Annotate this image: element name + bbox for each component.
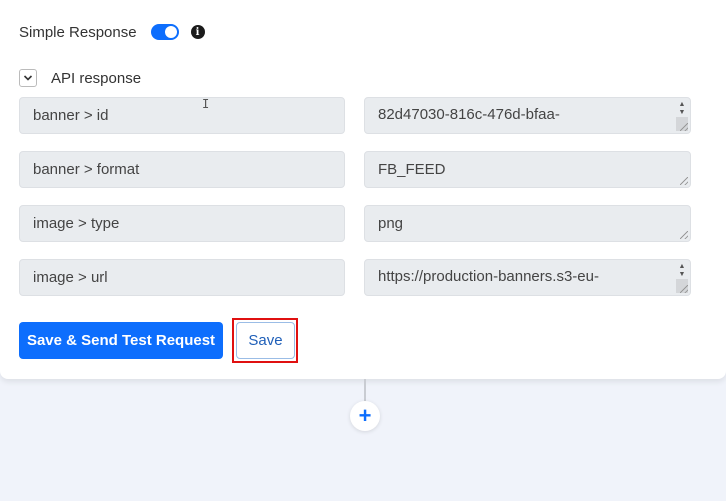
mapping-key-text: banner > id — [33, 107, 109, 124]
save-and-send-test-request-button[interactable]: Save & Send Test Request — [19, 322, 223, 359]
mapping-value-textarea[interactable]: https://production-banners.s3-eu- ▲ ▼ — [364, 259, 691, 296]
mapping-key-text: image > type — [33, 215, 120, 232]
resize-handle-icon[interactable] — [680, 177, 688, 185]
chevron-down-icon — [23, 75, 33, 81]
textarea-scrollbar[interactable]: ▲ ▼ — [676, 101, 688, 117]
mapping-key-field[interactable]: image > url — [19, 259, 345, 296]
resize-handle-icon[interactable] — [680, 123, 688, 131]
api-response-panel: Simple Response i API response banner > … — [0, 0, 726, 379]
simple-response-toggle[interactable] — [150, 24, 179, 40]
scroll-down-icon[interactable]: ▼ — [679, 271, 686, 279]
resize-handle-icon[interactable] — [680, 285, 688, 293]
mapping-value-textarea[interactable]: FB_FEED — [364, 151, 691, 188]
mapping-key-text: banner > format — [33, 161, 140, 178]
mapping-key-field[interactable]: banner > format — [19, 151, 345, 188]
save-button[interactable]: Save — [236, 322, 295, 359]
api-response-row: API response — [19, 68, 141, 88]
mapping-key-field[interactable]: image > type — [19, 205, 345, 242]
mapping-key-text: image > url — [33, 269, 108, 286]
plus-icon: + — [358, 403, 372, 428]
mapping-key-field[interactable]: banner > id — [19, 97, 345, 134]
mapping-value-text: 82d47030-816c-476d-bfaa- — [378, 106, 560, 123]
toggle-knob — [164, 26, 177, 38]
scroll-down-icon[interactable]: ▼ — [679, 109, 686, 117]
api-response-collapse-toggle[interactable] — [19, 69, 37, 87]
api-response-label: API response — [51, 69, 142, 87]
mapping-value-text: FB_FEED — [378, 161, 446, 178]
mapping-value-text: png — [378, 215, 404, 232]
textarea-scrollbar[interactable]: ▲ ▼ — [676, 263, 688, 279]
simple-response-row: Simple Response i — [19, 22, 205, 42]
text-cursor-icon: I — [202, 97, 210, 111]
mapping-value-textarea[interactable]: png — [364, 205, 691, 242]
add-step-button[interactable]: + — [350, 401, 380, 431]
simple-response-label: Simple Response — [19, 23, 137, 41]
mapping-value-text: https://production-banners.s3-eu- — [378, 268, 599, 285]
scroll-up-icon[interactable]: ▲ — [679, 263, 686, 271]
resize-handle-icon[interactable] — [680, 231, 688, 239]
mapping-value-textarea[interactable]: 82d47030-816c-476d-bfaa- ▲ ▼ — [364, 97, 691, 134]
flow-connector-line — [364, 379, 366, 403]
scroll-up-icon[interactable]: ▲ — [679, 101, 686, 109]
info-icon[interactable]: i — [190, 25, 205, 39]
